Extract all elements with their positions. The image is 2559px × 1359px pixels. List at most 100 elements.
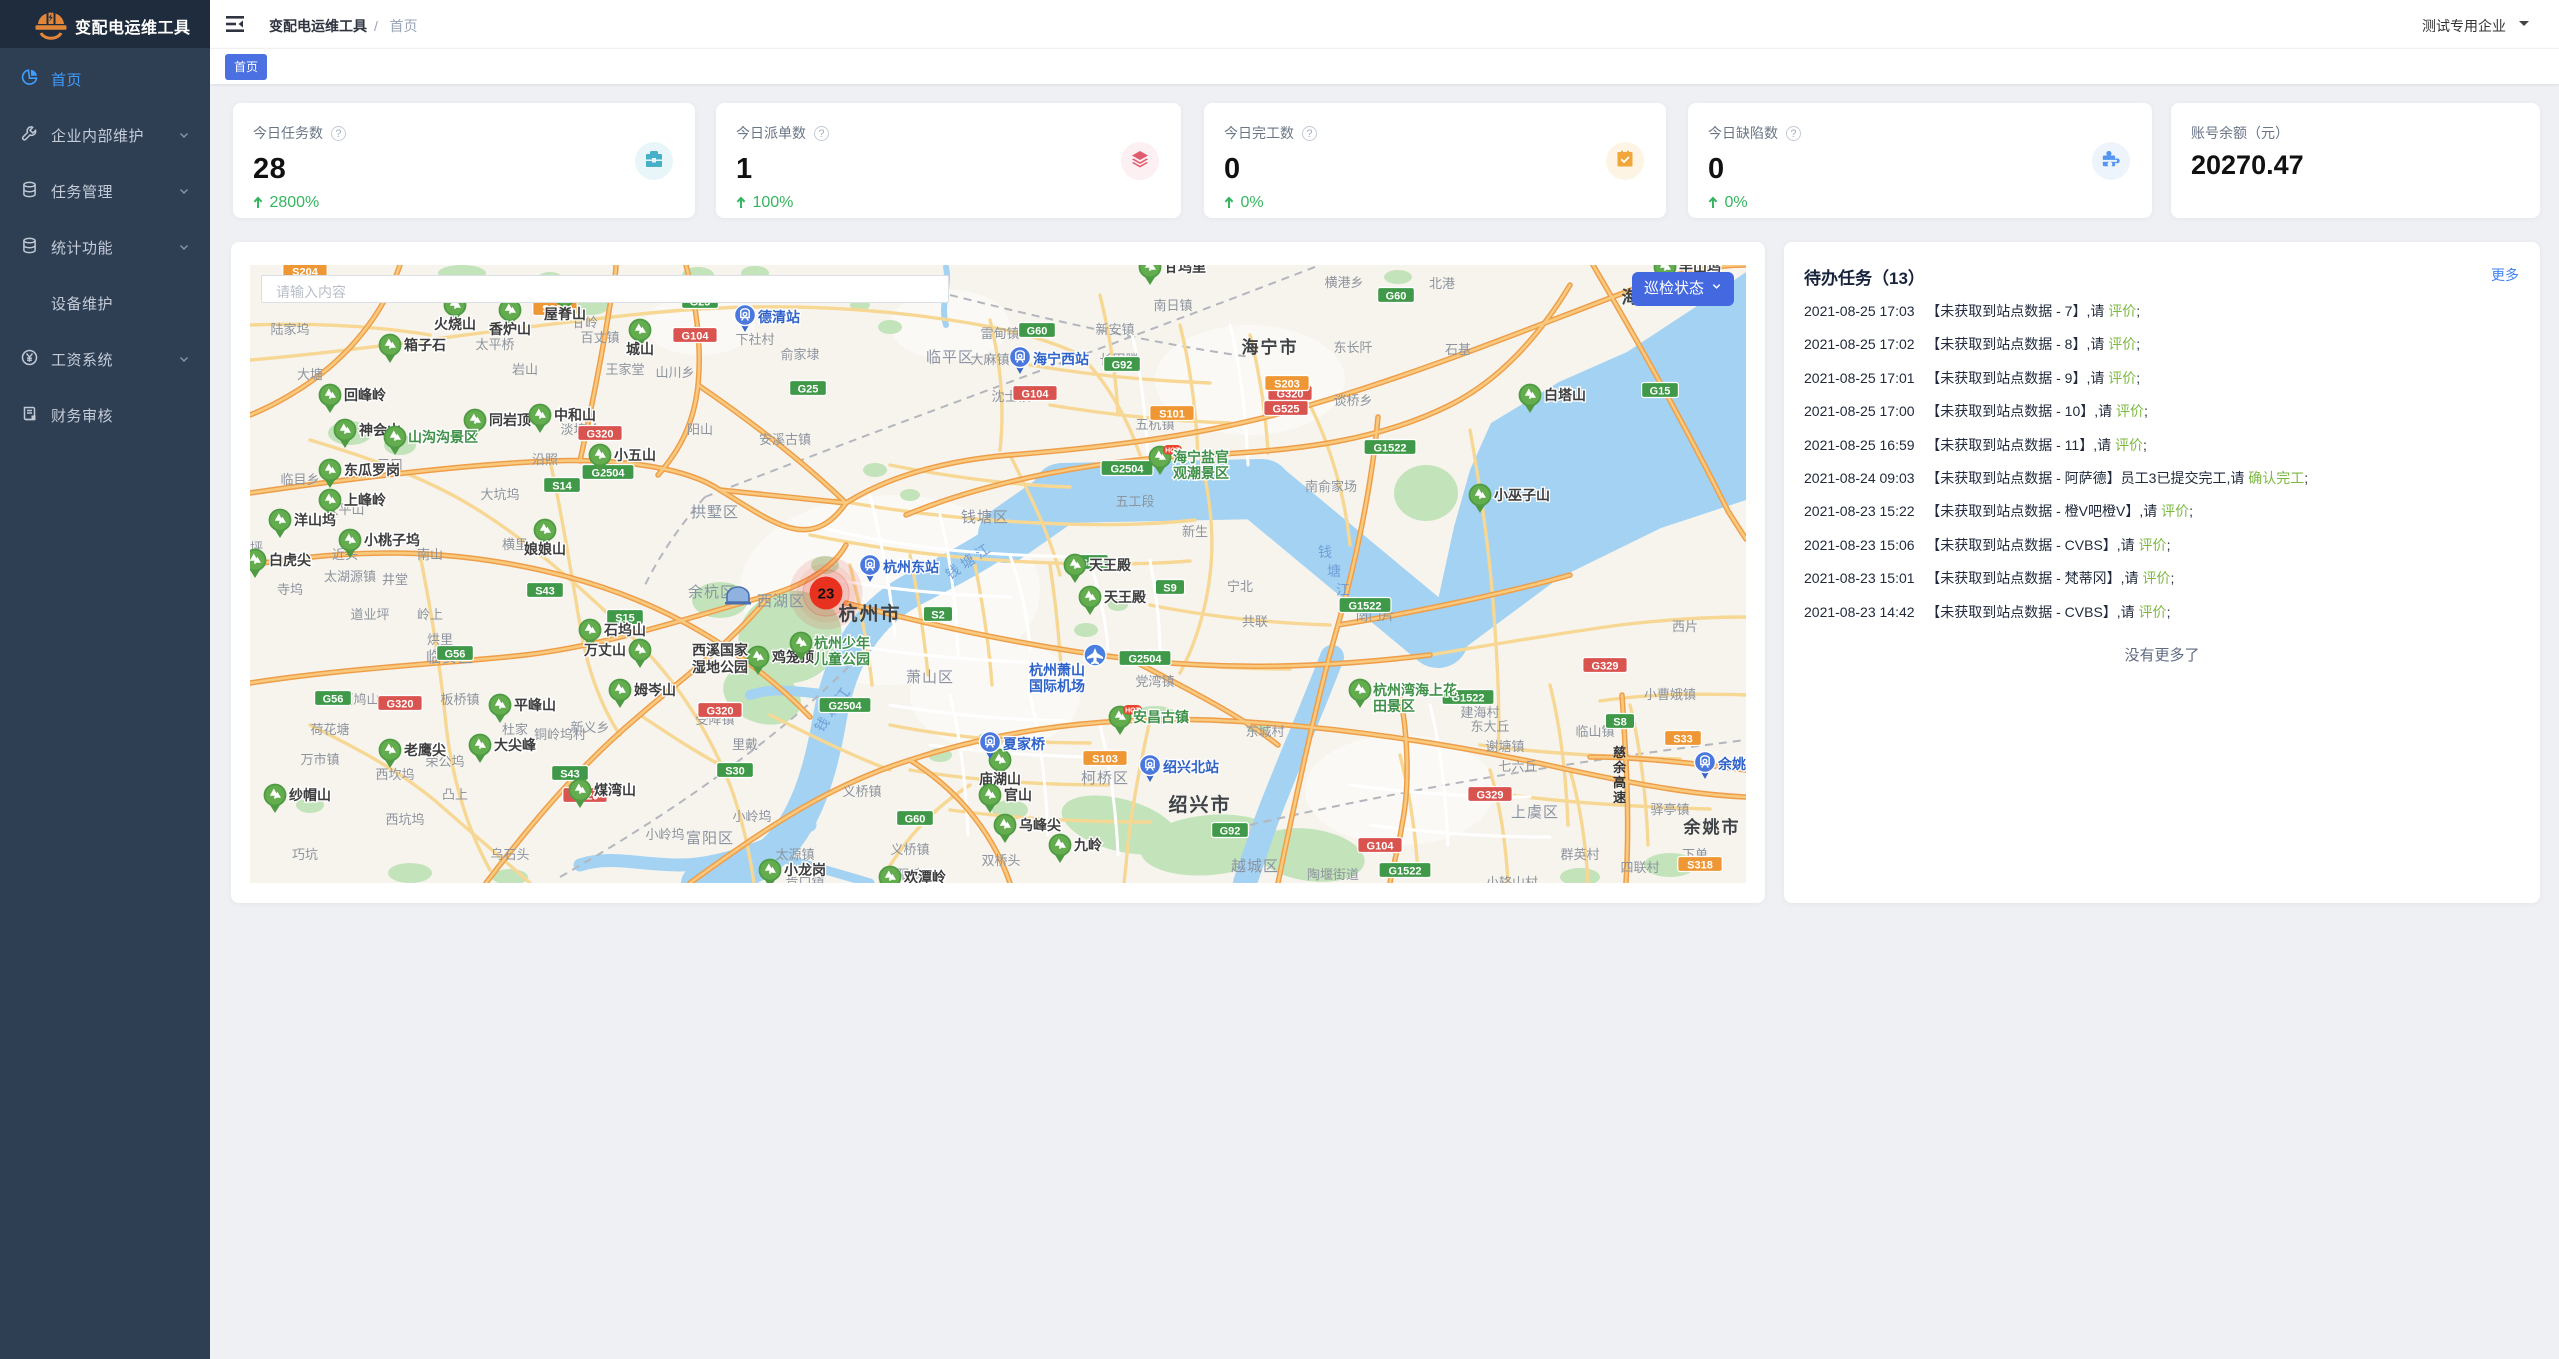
svg-text:七六丘: 七六丘 <box>1498 759 1537 774</box>
svg-text:万丈山: 万丈山 <box>583 642 626 658</box>
svg-text:大麻镇: 大麻镇 <box>970 352 1009 367</box>
svg-text:万市镇: 万市镇 <box>300 752 339 767</box>
svg-text:S30: S30 <box>725 766 745 778</box>
svg-text:儿童公园: 儿童公园 <box>813 651 870 667</box>
svg-text:荷花塘: 荷花塘 <box>310 722 349 737</box>
svg-text:海宁西站: 海宁西站 <box>1033 351 1089 367</box>
svg-text:西片: 西片 <box>1672 619 1698 634</box>
svg-text:S43: S43 <box>560 769 580 781</box>
svg-text:S2: S2 <box>931 610 944 622</box>
svg-text:煤湾山: 煤湾山 <box>594 782 636 798</box>
svg-text:岭上: 岭上 <box>417 607 443 622</box>
svg-text:G320: G320 <box>387 699 414 711</box>
svg-text:西溪国家: 西溪国家 <box>692 642 749 658</box>
svg-text:G104: G104 <box>1367 841 1395 853</box>
svg-text:拱墅区: 拱墅区 <box>691 504 739 521</box>
svg-text:乌石头: 乌石头 <box>490 847 529 862</box>
svg-text:田景区: 田景区 <box>1373 698 1415 714</box>
svg-text:湿地公园: 湿地公园 <box>692 659 748 675</box>
svg-text:九岭: 九岭 <box>1073 837 1102 853</box>
svg-text:五工段: 五工段 <box>1115 494 1154 509</box>
svg-text:萧山区: 萧山区 <box>906 669 954 686</box>
svg-text:山沟沟景区: 山沟沟景区 <box>408 429 478 445</box>
svg-text:东大丘: 东大丘 <box>1470 719 1509 734</box>
svg-text:官山: 官山 <box>1004 787 1032 803</box>
svg-text:东城村: 东城村 <box>1245 724 1284 739</box>
svg-text:火烧山: 火烧山 <box>434 316 476 332</box>
svg-text:G329: G329 <box>1477 790 1504 802</box>
svg-text:观潮景区: 观潮景区 <box>1173 465 1229 481</box>
svg-text:沿照: 沿照 <box>532 452 558 467</box>
svg-text:甘坞里: 甘坞里 <box>1164 265 1206 275</box>
svg-text:G56: G56 <box>445 649 466 661</box>
svg-text:海宁盐官: 海宁盐官 <box>1173 449 1229 465</box>
svg-text:G320: G320 <box>587 429 614 441</box>
svg-text:同岩顶: 同岩顶 <box>489 412 531 428</box>
svg-text:临平区: 临平区 <box>926 349 974 366</box>
svg-text:G60: G60 <box>1027 326 1048 338</box>
svg-text:S43: S43 <box>535 586 555 598</box>
svg-text:巧坑: 巧坑 <box>292 847 318 862</box>
svg-text:义桥镇: 义桥镇 <box>842 784 881 799</box>
svg-text:杜家: 杜家 <box>502 722 528 737</box>
svg-text:上峰岭: 上峰岭 <box>344 492 386 508</box>
svg-text:钱塘区: 钱塘区 <box>961 509 1009 526</box>
svg-text:G15: G15 <box>1650 386 1671 398</box>
svg-text:西湖区: 西湖区 <box>757 593 805 610</box>
svg-text:G60: G60 <box>905 814 926 826</box>
svg-text:G104: G104 <box>682 331 710 343</box>
svg-text:S9: S9 <box>1163 583 1176 595</box>
svg-text:雷甸镇: 雷甸镇 <box>980 326 1019 341</box>
svg-text:宁北: 宁北 <box>1227 579 1253 594</box>
svg-text:井堂: 井堂 <box>382 572 408 587</box>
svg-text:S101: S101 <box>1159 409 1185 421</box>
svg-text:石基: 石基 <box>1445 342 1471 357</box>
svg-text:屋脊山: 屋脊山 <box>544 306 586 322</box>
svg-text:绍兴市: 绍兴市 <box>1168 793 1231 816</box>
svg-text:洋山坞: 洋山坞 <box>294 512 336 528</box>
svg-text:速: 速 <box>1613 790 1626 805</box>
svg-text:百丈镇: 百丈镇 <box>580 330 619 345</box>
svg-text:大塘: 大塘 <box>297 367 323 382</box>
svg-text:烘里: 烘里 <box>427 632 453 647</box>
svg-text:回峰岭: 回峰岭 <box>344 387 386 403</box>
svg-text:G1522: G1522 <box>1388 866 1421 878</box>
svg-text:安溪古镇: 安溪古镇 <box>759 432 811 447</box>
svg-text:夏家桥: 夏家桥 <box>1003 736 1046 752</box>
svg-text:箱子石: 箱子石 <box>404 337 446 353</box>
svg-text:杭州萧山: 杭州萧山 <box>1029 662 1085 678</box>
svg-text:G92: G92 <box>1112 360 1133 372</box>
svg-text:杭州少年: 杭州少年 <box>814 635 870 651</box>
svg-text:临目乡: 临目乡 <box>280 472 319 487</box>
svg-text:寺坞: 寺坞 <box>277 582 303 597</box>
svg-text:S203: S203 <box>1274 379 1300 391</box>
svg-text:G2504: G2504 <box>1110 464 1144 476</box>
svg-text:双桥头: 双桥头 <box>981 853 1020 868</box>
svg-text:S14: S14 <box>552 481 572 493</box>
svg-text:S8: S8 <box>1613 717 1626 729</box>
svg-text:杭州市: 杭州市 <box>838 602 901 625</box>
svg-text:G525: G525 <box>1273 404 1300 416</box>
svg-text:G2504: G2504 <box>591 468 625 480</box>
svg-text:王家堂: 王家堂 <box>605 362 644 377</box>
svg-text:西坑坞: 西坑坞 <box>385 812 424 827</box>
svg-text:姆岑山: 姆岑山 <box>633 682 676 698</box>
svg-text:乌峰尖: 乌峰尖 <box>1019 817 1061 833</box>
svg-text:群英村: 群英村 <box>1560 847 1599 862</box>
svg-text:城山: 城山 <box>626 341 654 357</box>
svg-text:小曹娥镇: 小曹娥镇 <box>1644 687 1696 702</box>
svg-text:太湖源镇: 太湖源镇 <box>324 569 376 584</box>
svg-text:凸上: 凸上 <box>442 787 468 802</box>
svg-text:南山: 南山 <box>417 547 443 562</box>
svg-text:庙湖山: 庙湖山 <box>979 771 1021 787</box>
svg-text:平峰山: 平峰山 <box>514 697 556 713</box>
svg-text:铜岭坞村: 铜岭坞村 <box>534 727 586 742</box>
svg-text:太平桥: 太平桥 <box>475 337 514 352</box>
svg-text:安昌古镇: 安昌古镇 <box>1133 709 1189 725</box>
svg-text:天王殿: 天王殿 <box>1089 557 1132 573</box>
svg-text:娘娘山: 娘娘山 <box>524 541 566 557</box>
svg-text:东长阡: 东长阡 <box>1333 340 1372 355</box>
svg-text:G25: G25 <box>798 384 819 396</box>
svg-text:党湾镇: 党湾镇 <box>1135 674 1174 689</box>
svg-text:建海村: 建海村 <box>1460 705 1499 720</box>
